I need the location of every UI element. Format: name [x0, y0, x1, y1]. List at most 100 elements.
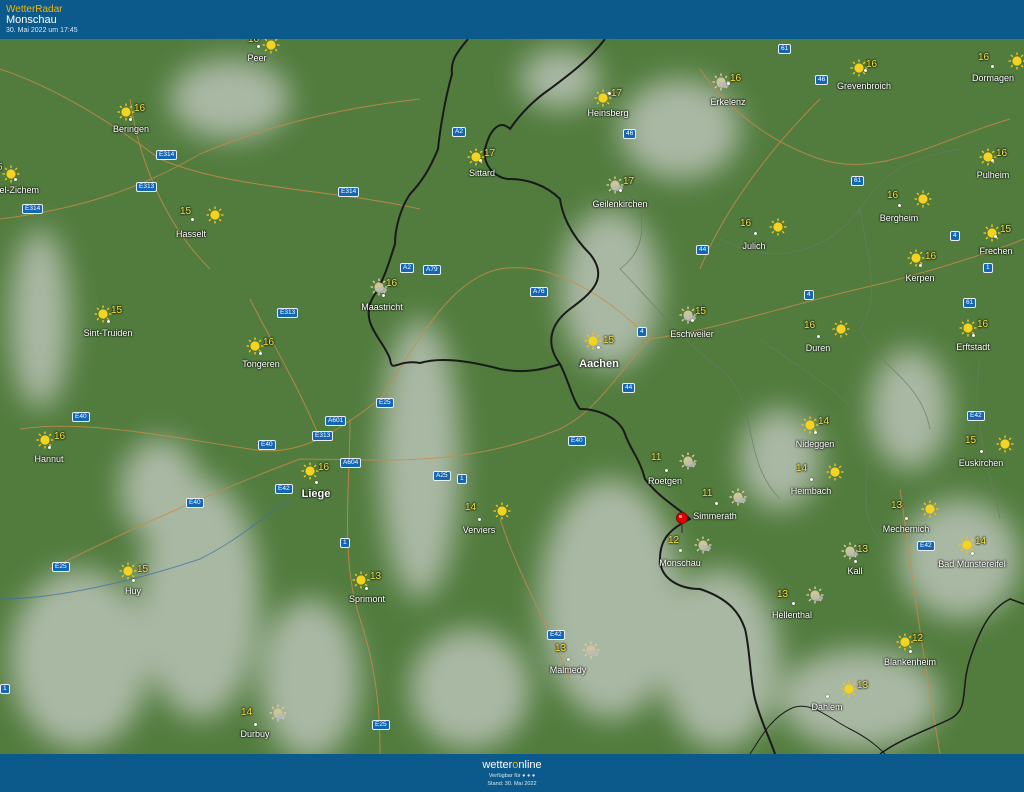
sun-cloud-icon [694, 536, 712, 554]
city-label[interactable]: Mechernich [883, 524, 930, 534]
city-label[interactable]: Hannut [34, 454, 63, 464]
city-temperature: 17 [611, 88, 623, 99]
city-label[interactable]: Malmedy [550, 665, 587, 675]
sun-icon [996, 435, 1014, 453]
city-dot [365, 587, 368, 590]
city-label[interactable]: Monschau [659, 558, 701, 568]
city-label[interactable]: vel-Zichem [0, 185, 39, 195]
city-label[interactable]: Hasselt [176, 229, 206, 239]
city-temperature: 15 [111, 305, 123, 316]
road-sign: A601 [325, 416, 347, 426]
sun-icon [979, 148, 997, 166]
city-label[interactable]: Maastricht [361, 302, 403, 312]
city-label[interactable]: Eschweiler [670, 329, 714, 339]
city-dot [257, 45, 260, 48]
road-sign: E25 [376, 398, 394, 408]
road-sign: E40 [186, 498, 204, 508]
sun-icon [921, 500, 939, 518]
road-sign: 4 [950, 231, 960, 241]
city-temperature: 16 [804, 320, 816, 331]
map-background [0, 39, 1024, 754]
road-sign: E313 [312, 431, 334, 441]
city-dot [479, 159, 482, 162]
city-temperature: 15 [1000, 224, 1012, 235]
city-label[interactable]: Dormagen [972, 73, 1014, 83]
city-label[interactable]: Verviers [463, 525, 496, 535]
city-label[interactable]: Julich [742, 241, 765, 251]
city-temperature: 14 [818, 416, 830, 427]
city-dot [909, 650, 912, 653]
city-temperature: 15 [137, 564, 149, 575]
city-label[interactable]: Durbuy [240, 729, 269, 739]
wetteronline-logo[interactable]: wetteronline [0, 759, 1024, 771]
city-temperature: 16 [386, 278, 398, 289]
road-sign: A76 [530, 287, 548, 297]
sun-icon [117, 103, 135, 121]
city-temperature: 16 [887, 190, 899, 201]
city-label[interactable]: Grevenbroich [837, 81, 891, 91]
timestamp: 30. Mai 2022 um 17:45 [6, 27, 78, 34]
city-label[interactable]: Blankenheim [884, 657, 936, 667]
city-label[interactable]: Geilenkirchen [592, 199, 647, 209]
city-label[interactable]: Heimbach [791, 486, 832, 496]
city-temperature: 12 [912, 633, 924, 644]
city-dot [864, 69, 867, 72]
city-temperature: 15 [603, 335, 615, 346]
header-bar: WetterRadar Monschau 30. Mai 2022 um 17:… [0, 0, 1024, 39]
city-label[interactable]: Hellenthal [772, 610, 812, 620]
city-label[interactable]: Pulheim [977, 170, 1010, 180]
sun-icon [826, 463, 844, 481]
city-label[interactable]: Erftstadt [956, 342, 990, 352]
sun-icon [262, 39, 280, 54]
city-temperature: 16 [263, 337, 275, 348]
city-label[interactable]: Bad Munstereifel [938, 559, 1006, 569]
city-label[interactable]: Sprimont [349, 594, 385, 604]
city-label[interactable]: Simmerath [693, 511, 737, 521]
city-label[interactable]: Kall [847, 566, 862, 576]
road-sign: 61 [851, 176, 865, 186]
city-label[interactable]: Huy [125, 586, 141, 596]
city-label[interactable]: Frechen [979, 246, 1012, 256]
city-label[interactable]: Aachen [579, 358, 619, 370]
city-dot [597, 346, 600, 349]
city-label[interactable]: Liege [302, 488, 331, 500]
city-label[interactable]: Sint-Truiden [84, 328, 133, 338]
city-dot [826, 695, 829, 698]
availability-text: Verfügbar für ● ● ● [488, 773, 536, 779]
radar-map[interactable]: 16 Peer 16 Beringen 17 Heinsberg 16 Erkelenz 16 G… [0, 39, 1024, 754]
city-label[interactable]: Dahlem [811, 702, 842, 712]
city-temperature: 13 [891, 500, 903, 511]
city-dot [129, 118, 132, 121]
road-sign: 44 [696, 245, 710, 255]
city-dot [259, 352, 262, 355]
sun-icon [769, 218, 787, 236]
road-sign: A2 [452, 127, 466, 137]
city-label[interactable]: Kerpen [905, 273, 934, 283]
road-sign: 1 [983, 263, 993, 273]
city-label[interactable]: Erkelenz [710, 97, 745, 107]
sun-icon [907, 249, 925, 267]
city-dot [991, 159, 994, 162]
city-temperature: 14 [465, 502, 477, 513]
city-label[interactable]: Euskirchen [959, 458, 1004, 468]
city-dot [905, 517, 908, 520]
city-temperature: 12 [668, 535, 680, 546]
city-label[interactable]: Heinsberg [587, 108, 628, 118]
city-label[interactable]: Tongeren [242, 359, 280, 369]
city-temperature: 13 [555, 643, 567, 654]
city-label[interactable]: Duren [806, 343, 831, 353]
city-label[interactable]: Peer [247, 53, 266, 63]
footer-bar: wetteronline Verfügbar für ● ● ● Stand: … [0, 754, 1024, 792]
city-temperature: 17 [623, 176, 635, 187]
city-dot [854, 560, 857, 563]
city-label[interactable]: Beringen [113, 124, 149, 134]
city-temperature: 14 [241, 707, 253, 718]
city-label[interactable]: Bergheim [880, 213, 919, 223]
city-label[interactable]: Nideggen [796, 439, 835, 449]
location-pin-icon[interactable] [675, 512, 689, 534]
city-label[interactable]: Roetgen [648, 476, 682, 486]
city-dot [991, 65, 994, 68]
sun-icon [840, 680, 858, 698]
city-dot [715, 502, 718, 505]
city-label[interactable]: Sittard [469, 168, 495, 178]
